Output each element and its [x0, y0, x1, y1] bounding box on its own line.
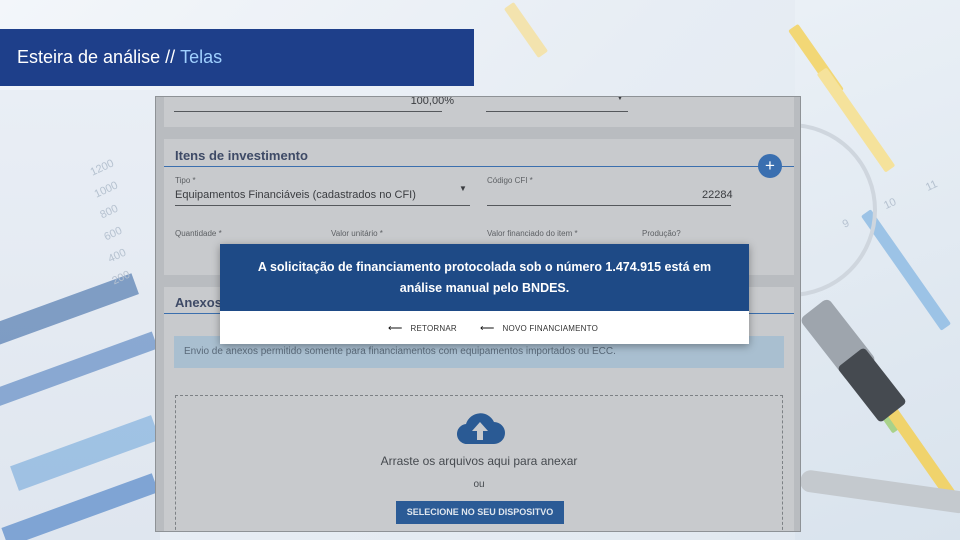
producao-label: Produção? [642, 229, 681, 238]
modal-message-line1: A solicitação de financiamento protocola… [257, 259, 712, 274]
tipo-select[interactable]: Equipamentos Financiáveis (cadastrados n… [175, 189, 416, 201]
or-text: ou [473, 479, 485, 490]
return-link[interactable]: ⟵ RETORNAR [388, 323, 457, 334]
modal-message-line2: análise manual pelo BNDES. [399, 280, 570, 295]
drop-text: Arraste os arquivos aqui para anexar [380, 454, 578, 468]
modal-header: A solicitação de financiamento protocola… [220, 244, 749, 311]
select-underline [486, 111, 628, 112]
percent-value: 100,00% [410, 96, 454, 107]
codigo-input[interactable]: 22284 [702, 189, 733, 201]
modal-footer: ⟵ RETORNAR ⟵ NOVO FINANCIAMENTO [220, 311, 749, 344]
section-title-investimento: Itens de investimento [175, 148, 308, 163]
banner-title: Esteira de análise // [17, 47, 176, 67]
banner-title-accent: Telas [180, 47, 223, 67]
new-financing-label: NOVO FINANCIAMENTO [502, 324, 599, 333]
chevron-down-icon[interactable]: ▼ [616, 97, 624, 102]
select-device-button[interactable]: SELECIONE NO SEU DISPOSITVO [396, 501, 564, 524]
tipo-label: Tipo * [175, 176, 196, 185]
codigo-underline [487, 205, 731, 206]
return-label: RETORNAR [410, 324, 457, 333]
add-item-button[interactable]: + [758, 154, 782, 178]
section-title-anexos: Anexos [175, 295, 222, 310]
quantidade-label: Quantidade * [175, 229, 222, 238]
tipo-underline [175, 205, 470, 206]
card-top: 100,00% ▼ [164, 97, 794, 127]
background-bar [503, 1, 549, 59]
valor-financiado-label: Valor financiado do item * [487, 229, 578, 238]
new-financing-link[interactable]: ⟵ NOVO FINANCIAMENTO [480, 323, 598, 334]
arrow-left-icon: ⟵ [388, 323, 403, 334]
status-modal: A solicitação de financiamento protocola… [220, 244, 749, 344]
codigo-label: Código CFI * [487, 176, 533, 185]
cloud-upload-icon [456, 413, 505, 445]
section-rule [164, 166, 794, 167]
title-banner: Esteira de análise // Telas [0, 29, 474, 86]
percent-underline [174, 111, 442, 112]
arrow-left-icon: ⟵ [480, 323, 495, 334]
file-drop-zone[interactable]: Arraste os arquivos aqui para anexar ou … [175, 395, 783, 531]
chevron-down-icon[interactable]: ▼ [459, 184, 467, 193]
valor-unitario-label: Valor unitário * [331, 229, 383, 238]
